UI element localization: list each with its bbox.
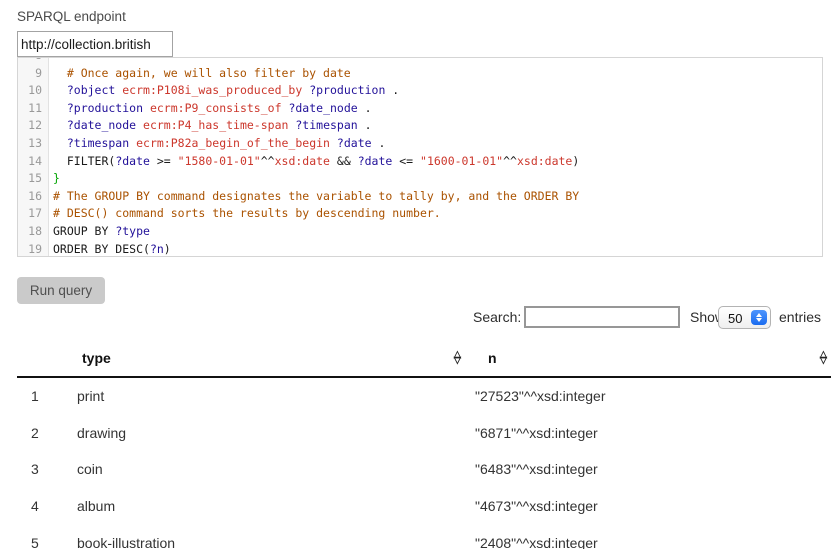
- code-text: FILTER(?date >= "1580-01-01"^^xsd:date &…: [48, 153, 579, 171]
- select-stepper-icon: [751, 310, 767, 325]
- results-table: type △ ▽ n △ ▽ 1print"27523"^^xsd:intege…: [17, 340, 831, 549]
- line-number: 17: [18, 205, 48, 223]
- code-text: # Once again, we will also filter by dat…: [48, 65, 351, 83]
- results-table-header: type △ ▽ n △ ▽: [17, 340, 831, 378]
- run-query-button[interactable]: Run query: [17, 277, 105, 304]
- sparql-query-page: SPARQL endpoint 89 # Once again, we will…: [0, 0, 837, 549]
- sort-desc-glyph: ▽: [820, 358, 827, 365]
- n-cell: "6483"^^xsd:integer: [465, 461, 831, 477]
- search-input[interactable]: [524, 306, 680, 328]
- search-label: Search:: [473, 309, 521, 325]
- table-row: 2drawing"6871"^^xsd:integer: [17, 415, 831, 452]
- line-number: 18: [18, 223, 48, 241]
- code-line: 17# DESC() command sorts the results by …: [18, 205, 822, 223]
- code-text: ?production ecrm:P9_consists_of ?date_no…: [48, 100, 372, 118]
- code-text: }: [48, 170, 60, 188]
- type-cell: print: [65, 388, 465, 404]
- table-row: 4album"4673"^^xsd:integer: [17, 488, 831, 525]
- code-line: 15}: [18, 170, 822, 188]
- n-cell: "4673"^^xsd:integer: [465, 498, 831, 514]
- chevron-up-icon: [756, 313, 762, 317]
- code-line: 8: [18, 57, 822, 65]
- code-text: ?timespan ecrm:P82a_begin_of_the_begin ?…: [48, 135, 385, 153]
- type-cell: book-illustration: [65, 535, 465, 549]
- type-cell: album: [65, 498, 465, 514]
- row-index-cell: 2: [17, 425, 65, 441]
- code-line: 9 # Once again, we will also filter by d…: [18, 65, 822, 83]
- page-size-selected-value: 50: [728, 311, 742, 326]
- sort-icon[interactable]: △ ▽: [454, 352, 461, 365]
- page-size-select[interactable]: 50: [718, 306, 771, 329]
- column-header-n[interactable]: n △ ▽: [465, 350, 831, 366]
- line-number: 19: [18, 241, 48, 257]
- type-cell: drawing: [65, 425, 465, 441]
- column-header-type[interactable]: type △ ▽: [65, 350, 465, 366]
- column-header-type-label: type: [82, 350, 111, 366]
- code-text: # DESC() command sorts the results by de…: [48, 205, 441, 223]
- line-number: 9: [18, 65, 48, 83]
- line-number: 8: [18, 57, 48, 65]
- code-text: ?date_node ecrm:P4_has_time-span ?timesp…: [48, 117, 372, 135]
- table-row: 5book-illustration"2408"^^xsd:integer: [17, 524, 831, 549]
- code-line: 18GROUP BY ?type: [18, 223, 822, 241]
- line-number: 16: [18, 188, 48, 206]
- n-cell: "27523"^^xsd:integer: [465, 388, 831, 404]
- table-row: 3coin"6483"^^xsd:integer: [17, 451, 831, 488]
- endpoint-label: SPARQL endpoint: [17, 9, 126, 24]
- sparql-code-editor[interactable]: 89 # Once again, we will also filter by …: [17, 57, 823, 257]
- line-number: 10: [18, 82, 48, 100]
- editor-code-lines: 89 # Once again, we will also filter by …: [18, 57, 822, 257]
- n-cell: "6871"^^xsd:integer: [465, 425, 831, 441]
- row-index-cell: 1: [17, 388, 65, 404]
- n-cell: "2408"^^xsd:integer: [465, 535, 831, 549]
- code-line: 16# The GROUP BY command designates the …: [18, 188, 822, 206]
- row-index-cell: 5: [17, 535, 65, 549]
- table-row: 1print"27523"^^xsd:integer: [17, 378, 831, 415]
- row-index-cell: 3: [17, 461, 65, 477]
- sort-icon[interactable]: △ ▽: [820, 352, 827, 365]
- chevron-down-icon: [756, 318, 762, 322]
- line-number: 14: [18, 153, 48, 171]
- line-number: 13: [18, 135, 48, 153]
- code-line: 12 ?date_node ecrm:P4_has_time-span ?tim…: [18, 117, 822, 135]
- code-text: ?object ecrm:P108i_was_produced_by ?prod…: [48, 82, 399, 100]
- code-line: 19ORDER BY DESC(?n): [18, 241, 822, 257]
- line-number: 15: [18, 170, 48, 188]
- code-text: ORDER BY DESC(?n): [48, 241, 171, 257]
- row-index-cell: 4: [17, 498, 65, 514]
- code-text: # The GROUP BY command designates the va…: [48, 188, 579, 206]
- code-line: 11 ?production ecrm:P9_consists_of ?date…: [18, 100, 822, 118]
- code-line: 13 ?timespan ecrm:P82a_begin_of_the_begi…: [18, 135, 822, 153]
- entries-label: entries: [779, 309, 821, 325]
- code-line: 14 FILTER(?date >= "1580-01-01"^^xsd:dat…: [18, 153, 822, 171]
- code-line: 10 ?object ecrm:P108i_was_produced_by ?p…: [18, 82, 822, 100]
- line-number: 11: [18, 100, 48, 118]
- sort-desc-glyph: ▽: [454, 358, 461, 365]
- column-header-n-label: n: [488, 350, 497, 366]
- results-table-body: 1print"27523"^^xsd:integer2drawing"6871"…: [17, 378, 831, 549]
- code-text: [48, 57, 53, 65]
- endpoint-input[interactable]: [17, 31, 173, 57]
- type-cell: coin: [65, 461, 465, 477]
- code-text: GROUP BY ?type: [48, 223, 150, 241]
- line-number: 12: [18, 117, 48, 135]
